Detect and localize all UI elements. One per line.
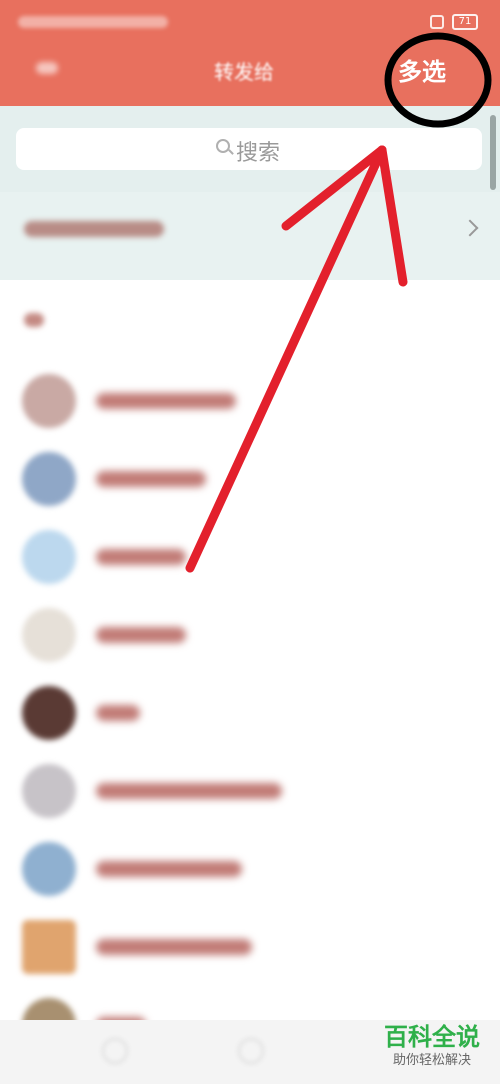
search-placeholder: 搜索 <box>236 141 281 166</box>
watermark-title: 百科全说 <box>384 1023 480 1051</box>
avatar <box>22 374 76 428</box>
contact-item[interactable] <box>0 908 500 984</box>
recent-section-header <box>24 313 44 327</box>
contact-item[interactable] <box>0 752 500 828</box>
contact-item[interactable] <box>0 830 500 906</box>
app-header: 71 转发给 多选 <box>0 0 500 106</box>
recent-apps-icon[interactable] <box>102 1038 128 1064</box>
multi-select-button[interactable]: 多选 <box>398 52 478 87</box>
avatar <box>22 608 76 662</box>
contact-name <box>96 783 282 799</box>
contact-item[interactable] <box>0 518 500 594</box>
contact-name <box>96 861 242 877</box>
avatar <box>22 530 76 584</box>
avatar <box>22 920 76 974</box>
create-group-label <box>24 221 164 237</box>
avatar <box>22 686 76 740</box>
contact-item[interactable] <box>0 596 500 672</box>
lock-icon <box>430 15 444 29</box>
contact-name <box>96 471 206 487</box>
contact-name <box>96 627 186 643</box>
search-icon <box>216 139 230 153</box>
contact-name <box>96 393 236 409</box>
battery-icon: 71 <box>452 14 478 30</box>
watermark: 百科全说 助你轻松解决 <box>376 1022 488 1070</box>
contact-item[interactable] <box>0 440 500 516</box>
contact-name <box>96 705 140 721</box>
home-icon[interactable] <box>238 1038 264 1064</box>
status-bar-info <box>18 16 168 28</box>
avatar <box>22 764 76 818</box>
page-title: 转发给 <box>214 60 274 84</box>
watermark-subtitle: 助你轻松解决 <box>392 1053 471 1068</box>
scrollbar[interactable] <box>490 115 496 190</box>
status-bar: 71 <box>0 0 500 40</box>
avatar <box>22 842 76 896</box>
back-button[interactable] <box>36 62 58 74</box>
contact-name <box>96 549 186 565</box>
contact-name <box>96 939 252 955</box>
avatar <box>22 452 76 506</box>
contact-item[interactable] <box>0 362 500 438</box>
contact-item[interactable] <box>0 674 500 750</box>
